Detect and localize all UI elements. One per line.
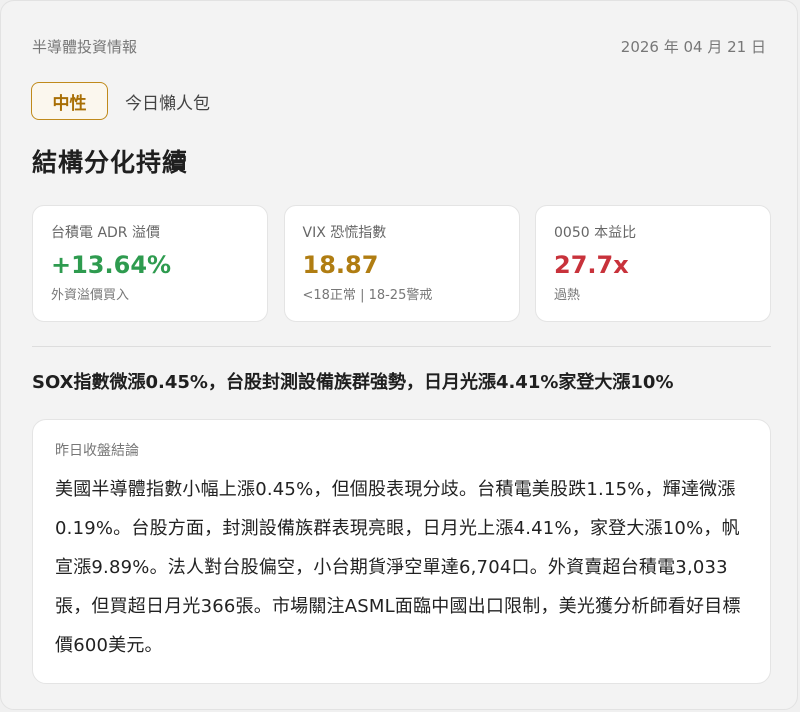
sentiment-row: 中性 今日懶人包	[31, 82, 210, 120]
metric-card-0050-pe: 0050 本益比 27.7x 過熱	[535, 205, 771, 322]
metrics-row: 台積電 ADR 溢價 +13.64% 外資溢價買入 VIX 恐慌指數 18.87…	[32, 205, 771, 322]
market-summary: SOX指數微漲0.45%，台股封測設備族群強勢，日月光漲4.41%家登大漲10%	[32, 372, 674, 393]
digest-label: 今日懶人包	[125, 93, 210, 114]
report-header: 半導體投資情報 2026 年 04 月 21 日	[32, 35, 766, 57]
metric-label: 台積電 ADR 溢價	[51, 225, 160, 241]
report-card: 半導體投資情報 2026 年 04 月 21 日 中性 今日懶人包 結構分化持續…	[0, 0, 798, 710]
metric-note: <18正常 | 18-25警戒	[302, 288, 433, 303]
metric-note: 過熱	[554, 288, 581, 303]
sentiment-badge: 中性	[31, 82, 108, 120]
headline: 結構分化持續	[32, 148, 189, 177]
report-title: 半導體投資情報	[32, 37, 138, 56]
metric-label: VIX 恐慌指數	[302, 225, 387, 241]
metric-card-vix: VIX 恐慌指數 18.87 <18正常 | 18-25警戒	[283, 205, 520, 322]
metric-value: 18.87	[302, 251, 379, 279]
metric-label: 0050 本益比	[554, 225, 637, 241]
metric-card-tsmc-adr: 台積電 ADR 溢價 +13.64% 外資溢價買入	[32, 205, 268, 322]
metric-value: 27.7x	[554, 251, 629, 279]
closing-conclusion-card: 昨日收盤結論 美國半導體指數小幅上漲0.45%，但個股表現分歧。台積電美股跌1.…	[32, 419, 771, 684]
report-date: 2026 年 04 月 21 日	[620, 37, 766, 56]
metric-value: +13.64%	[51, 251, 172, 279]
conclusion-title: 昨日收盤結論	[55, 443, 139, 459]
conclusion-body: 美國半導體指數小幅上漲0.45%，但個股表現分歧。台積電美股跌1.15%，輝達微…	[55, 479, 741, 656]
section-divider	[32, 346, 771, 347]
metric-note: 外資溢價買入	[51, 288, 130, 303]
